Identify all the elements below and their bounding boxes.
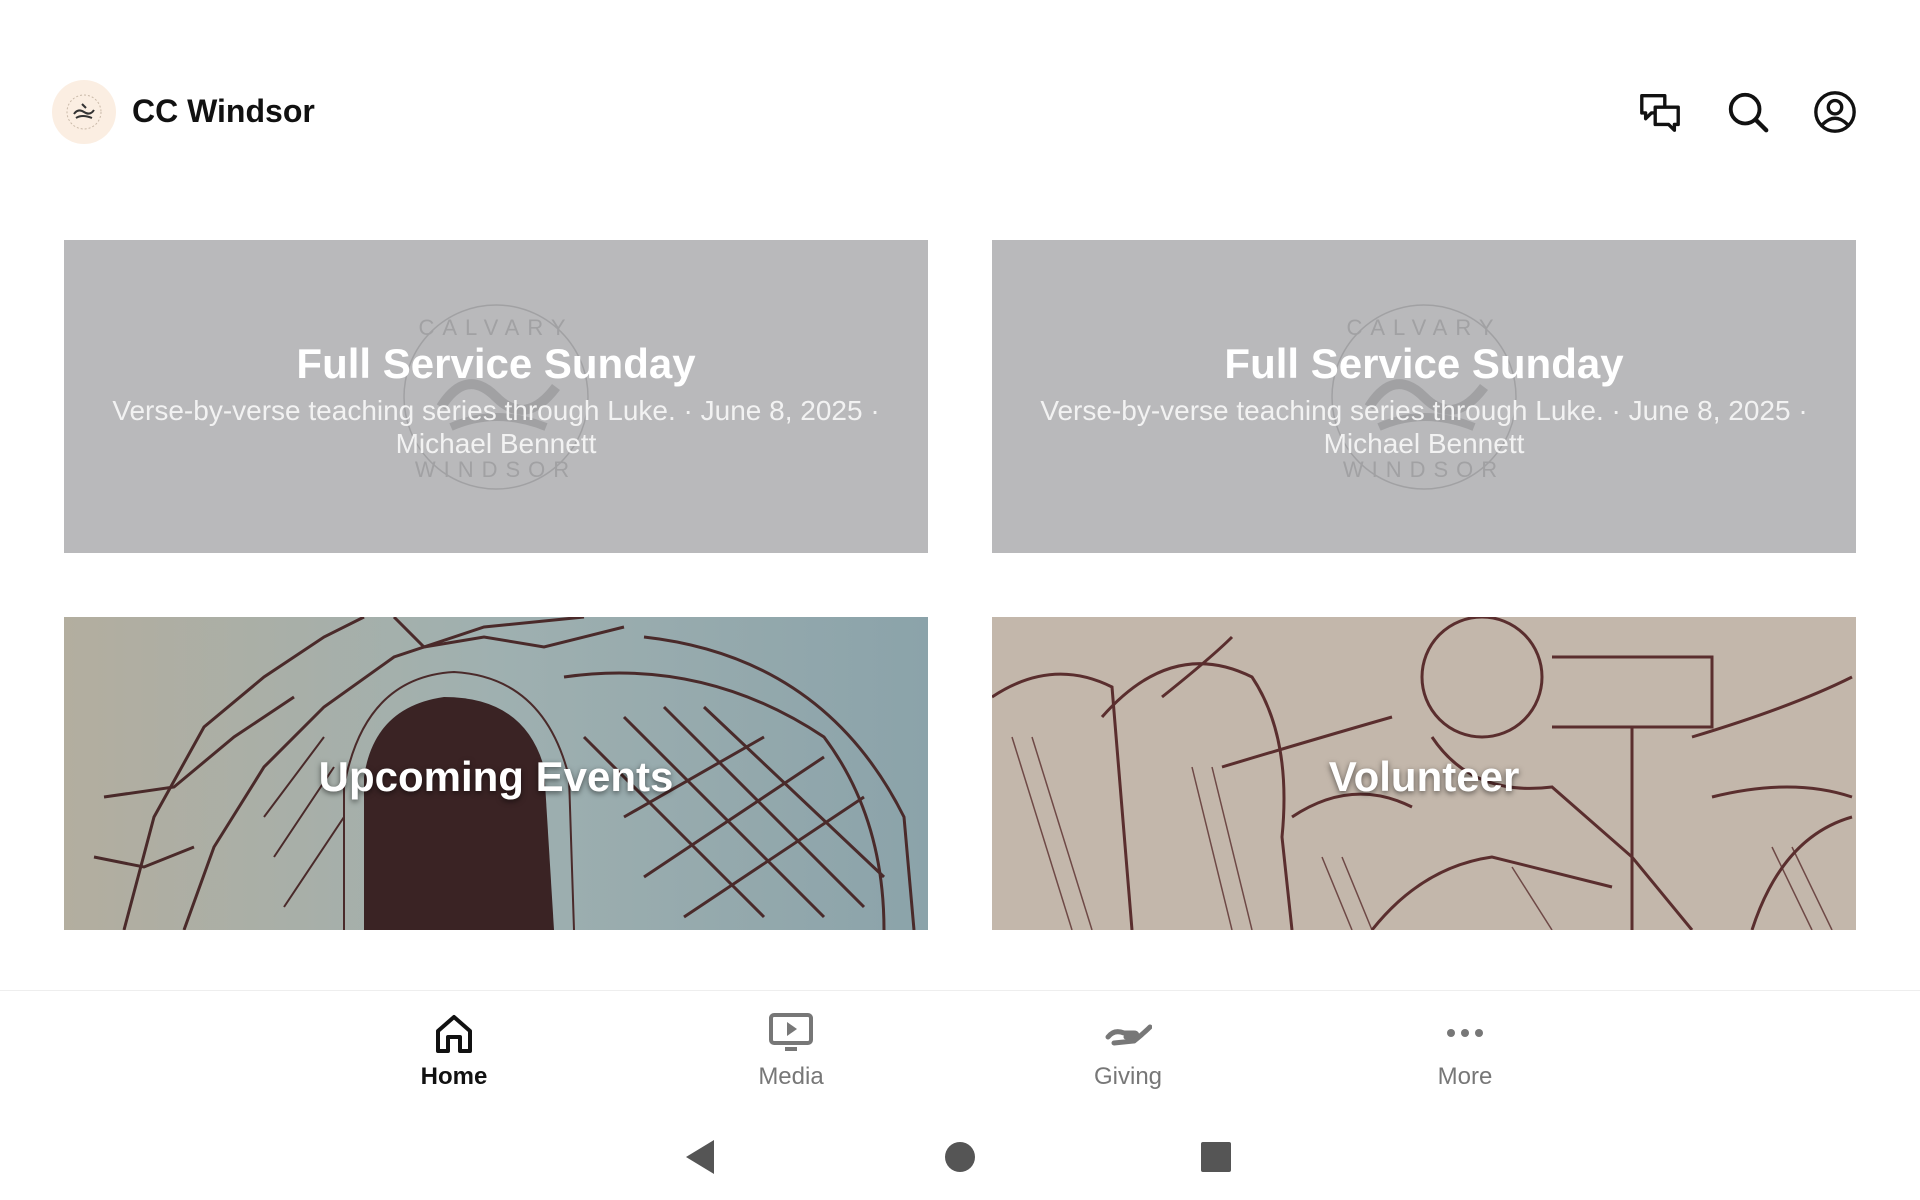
giving-icon [1105, 1024, 1152, 1046]
system-nav-bar [0, 1110, 1920, 1200]
sermon-card[interactable]: CALVARY WINDSOR Full Service Sunday Vers… [64, 240, 928, 553]
app-header: CC Windsor [0, 0, 1920, 200]
nav-item-home[interactable]: Home [354, 1011, 554, 1091]
app-title: CC Windsor [132, 93, 315, 129]
home-icon [436, 1015, 472, 1053]
home-circle-icon[interactable] [937, 1134, 983, 1180]
nav-label-media: Media [758, 1063, 824, 1090]
card-subtitle: Verse-by-verse teaching series through L… [112, 395, 880, 459]
bottom-nav: Home Media Giving More [0, 990, 1920, 1111]
card-title: Upcoming Events [318, 753, 674, 800]
church-logo-icon[interactable] [52, 80, 116, 144]
card-title: Full Service Sunday [296, 340, 696, 387]
volunteer-card[interactable]: Volunteer [992, 617, 1856, 930]
watermark-bottom-text: WINDSOR [415, 457, 577, 482]
nav-label-more: More [1437, 1063, 1493, 1090]
media-icon [769, 1013, 813, 1051]
events-card[interactable]: Upcoming Events [64, 617, 928, 930]
watermark-bottom-text: WINDSOR [1343, 457, 1505, 482]
nav-item-giving[interactable]: Giving [1028, 1011, 1228, 1091]
card-title: Full Service Sunday [1224, 340, 1624, 387]
more-icon [1447, 1029, 1483, 1037]
nav-item-media[interactable]: Media [691, 1011, 891, 1091]
nav-item-more[interactable]: More [1365, 1011, 1565, 1091]
watermark-top-text: CALVARY [418, 315, 573, 340]
search-icon[interactable] [1724, 88, 1772, 136]
watermark-top-text: CALVARY [1346, 315, 1501, 340]
nav-label-giving: Giving [1093, 1063, 1163, 1090]
back-icon[interactable] [680, 1134, 726, 1180]
card-subtitle: Verse-by-verse teaching series through L… [1040, 395, 1808, 459]
card-title: Volunteer [1328, 753, 1520, 800]
chat-icon[interactable] [1636, 88, 1684, 136]
account-icon[interactable] [1811, 88, 1859, 136]
sermon-card[interactable]: CALVARY WINDSOR Full Service Sunday Vers… [992, 240, 1856, 553]
recents-icon[interactable] [1193, 1134, 1239, 1180]
nav-label-home: Home [420, 1063, 488, 1090]
